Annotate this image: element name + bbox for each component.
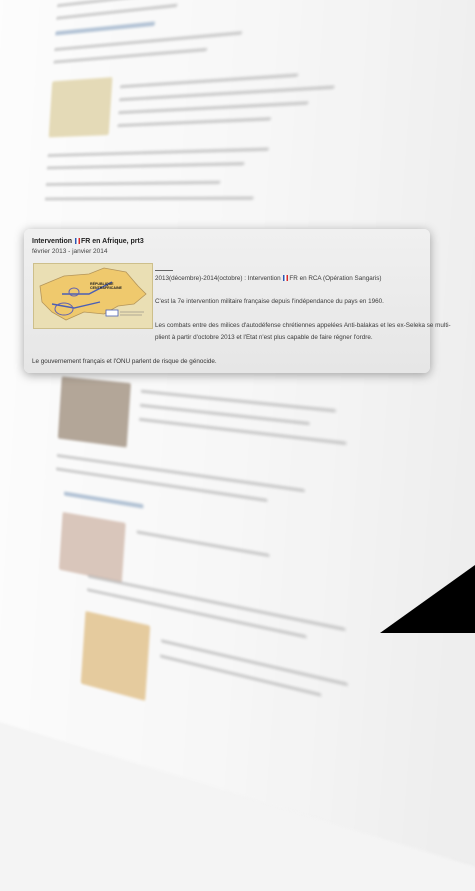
intro-text: C'est la 7e intervention militaire franç… <box>155 298 384 305</box>
divider <box>155 270 173 271</box>
france-flag-icon <box>283 275 289 281</box>
event-date-range: février 2013 - janvier 2014 <box>32 248 108 255</box>
footer-text: Le gouvernement français et l'ONU parlen… <box>32 358 217 365</box>
operation-line: 2013(décembre)-2014(octobre) : Intervent… <box>155 275 382 282</box>
black-corner <box>380 565 475 633</box>
map-label: RÉPUBLIQUE CENTRAFRICAINE <box>90 282 122 290</box>
combat-text-2: plient à partir d'octobre 2013 et l'Etat… <box>155 334 373 341</box>
car-map-image[interactable]: RÉPUBLIQUE CENTRAFRICAINE <box>33 263 153 329</box>
timeline-event-card[interactable]: Intervention FR en Afrique, prt3 février… <box>24 229 451 373</box>
background-page <box>0 0 475 891</box>
france-flag-icon <box>75 238 81 244</box>
event-title: Intervention FR en Afrique, prt3 <box>32 238 144 245</box>
combat-text-1: Les combats entre des milices d'autodéfe… <box>155 322 451 329</box>
